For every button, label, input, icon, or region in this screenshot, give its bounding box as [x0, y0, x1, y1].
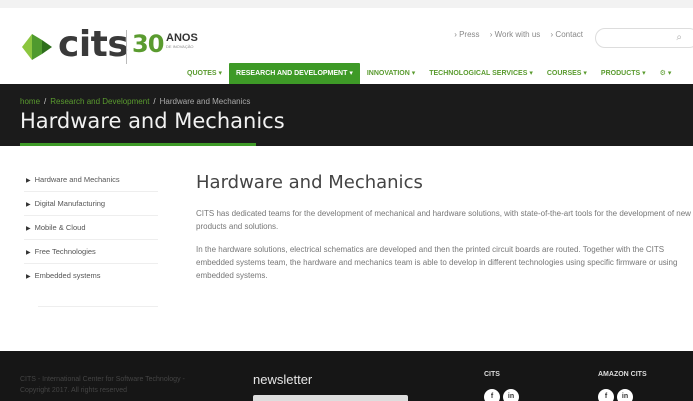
breadcrumb-home[interactable]: home	[20, 97, 40, 106]
anniversary-sub: DE INOVAÇÃO	[166, 44, 194, 49]
newsletter-title: newsletter	[253, 372, 313, 387]
sidebar-item-hardware-and-mechanics[interactable]: ▶ Hardware and Mechanics	[24, 168, 158, 192]
triangle-right-icon: ▶	[26, 250, 31, 256]
top-strip	[0, 0, 693, 8]
site-footer: CITS - International Center for Software…	[0, 351, 693, 401]
linkedin-icon[interactable]: in	[503, 389, 519, 401]
contact-link[interactable]: › Contact	[551, 30, 583, 39]
triangle-right-icon: ▶	[26, 274, 31, 280]
nav-more[interactable]: ⚙ ▾	[653, 63, 679, 85]
sidebar-item-label: Hardware and Mechanics	[34, 175, 120, 184]
sidebar-item-label: Embedded systems	[34, 271, 101, 280]
content-paragraph: CITS has dedicated teams for the develop…	[196, 209, 691, 231]
breadcrumb-separator: /	[44, 97, 47, 106]
breadcrumb-separator: /	[153, 97, 156, 106]
copyright-line: CITS - International Center for Software…	[20, 376, 185, 383]
logo-emblem-icon	[22, 34, 52, 60]
nav-innovation[interactable]: INNOVATION ▾	[360, 63, 422, 85]
work-with-us-link[interactable]: › Work with us	[490, 30, 541, 39]
sidebar-item-mobile-and-cloud[interactable]: ▶ Mobile & Cloud	[24, 216, 158, 240]
amazon-cits-social-links: f in	[598, 389, 633, 401]
nav-research-and-development[interactable]: RESEARCH AND DEVELOPMENT ▾	[229, 63, 360, 85]
nav-technological-services[interactable]: TECHNOLOGICAL SERVICES ▾	[422, 63, 540, 85]
main-content: Hardware and Mechanics CITS has dedicate…	[196, 172, 693, 282]
triangle-right-icon: ▶	[26, 226, 31, 232]
facebook-icon[interactable]: f	[484, 389, 500, 401]
sidebar-item-label: Mobile & Cloud	[34, 223, 86, 232]
search-input[interactable]: ⌕	[595, 28, 693, 48]
sidebar-item-embedded-systems[interactable]: ▶ Embedded systems	[24, 264, 158, 288]
footer-heading-amazon-cits: AMAZON CITS	[598, 371, 647, 378]
nav-courses[interactable]: COURSES ▾	[540, 63, 594, 85]
sidebar-item-label: Free Technologies	[34, 247, 96, 256]
copyright-text: CITS - International Center for Software…	[20, 374, 185, 396]
breadcrumb: home / Research and Development / Hardware a…	[20, 97, 250, 106]
linkedin-icon[interactable]: in	[617, 389, 633, 401]
breadcrumb-section[interactable]: Research and Development	[50, 97, 149, 106]
sidebar-item-digital-manufacturing[interactable]: ▶ Digital Manufacturing	[24, 192, 158, 216]
sidebar-item-label: Digital Manufacturing	[34, 199, 106, 208]
cits-social-links: f in	[484, 389, 519, 401]
newsletter-email-input[interactable]	[253, 395, 408, 401]
site-header: cits 30 ANOS DE INOVAÇÃO › Press › Work …	[0, 8, 693, 85]
nav-products[interactable]: PRODUCTS ▾	[594, 63, 653, 85]
title-accent-line	[20, 143, 256, 146]
triangle-right-icon: ▶	[26, 178, 31, 184]
content-paragraph: In the hardware solutions, electrical sc…	[196, 245, 678, 280]
sidebar-item-free-technologies[interactable]: ▶ Free Technologies	[24, 240, 158, 264]
top-links: › Press › Work with us › Contact	[446, 30, 583, 39]
search-icon[interactable]: ⌕	[676, 32, 682, 43]
sidebar: ▶ Hardware and Mechanics ▶ Digital Manufac…	[24, 168, 158, 288]
nav-quotes[interactable]: QUOTES ▾	[180, 63, 229, 85]
page-title: Hardware and Mechanics	[20, 109, 285, 133]
sidebar-divider	[38, 306, 158, 307]
anniversary-number: 30	[132, 30, 164, 58]
press-link[interactable]: › Press	[454, 30, 479, 39]
logo-wordmark: cits	[58, 24, 129, 65]
logo-divider	[126, 30, 127, 64]
anniversary-word: ANOS	[166, 32, 198, 44]
copyright-line: Copyright 2017. All rights reserved	[20, 387, 127, 394]
content-heading: Hardware and Mechanics	[196, 172, 423, 193]
triangle-right-icon: ▶	[26, 202, 31, 208]
footer-heading-cits: CITS	[484, 371, 500, 378]
facebook-icon[interactable]: f	[598, 389, 614, 401]
main-nav: QUOTES ▾ RESEARCH AND DEVELOPMENT ▾ INNO…	[180, 63, 678, 85]
breadcrumb-current: Hardware and Mechanics	[159, 97, 251, 106]
page-title-band: home / Research and Development / Hardware a…	[0, 84, 693, 146]
